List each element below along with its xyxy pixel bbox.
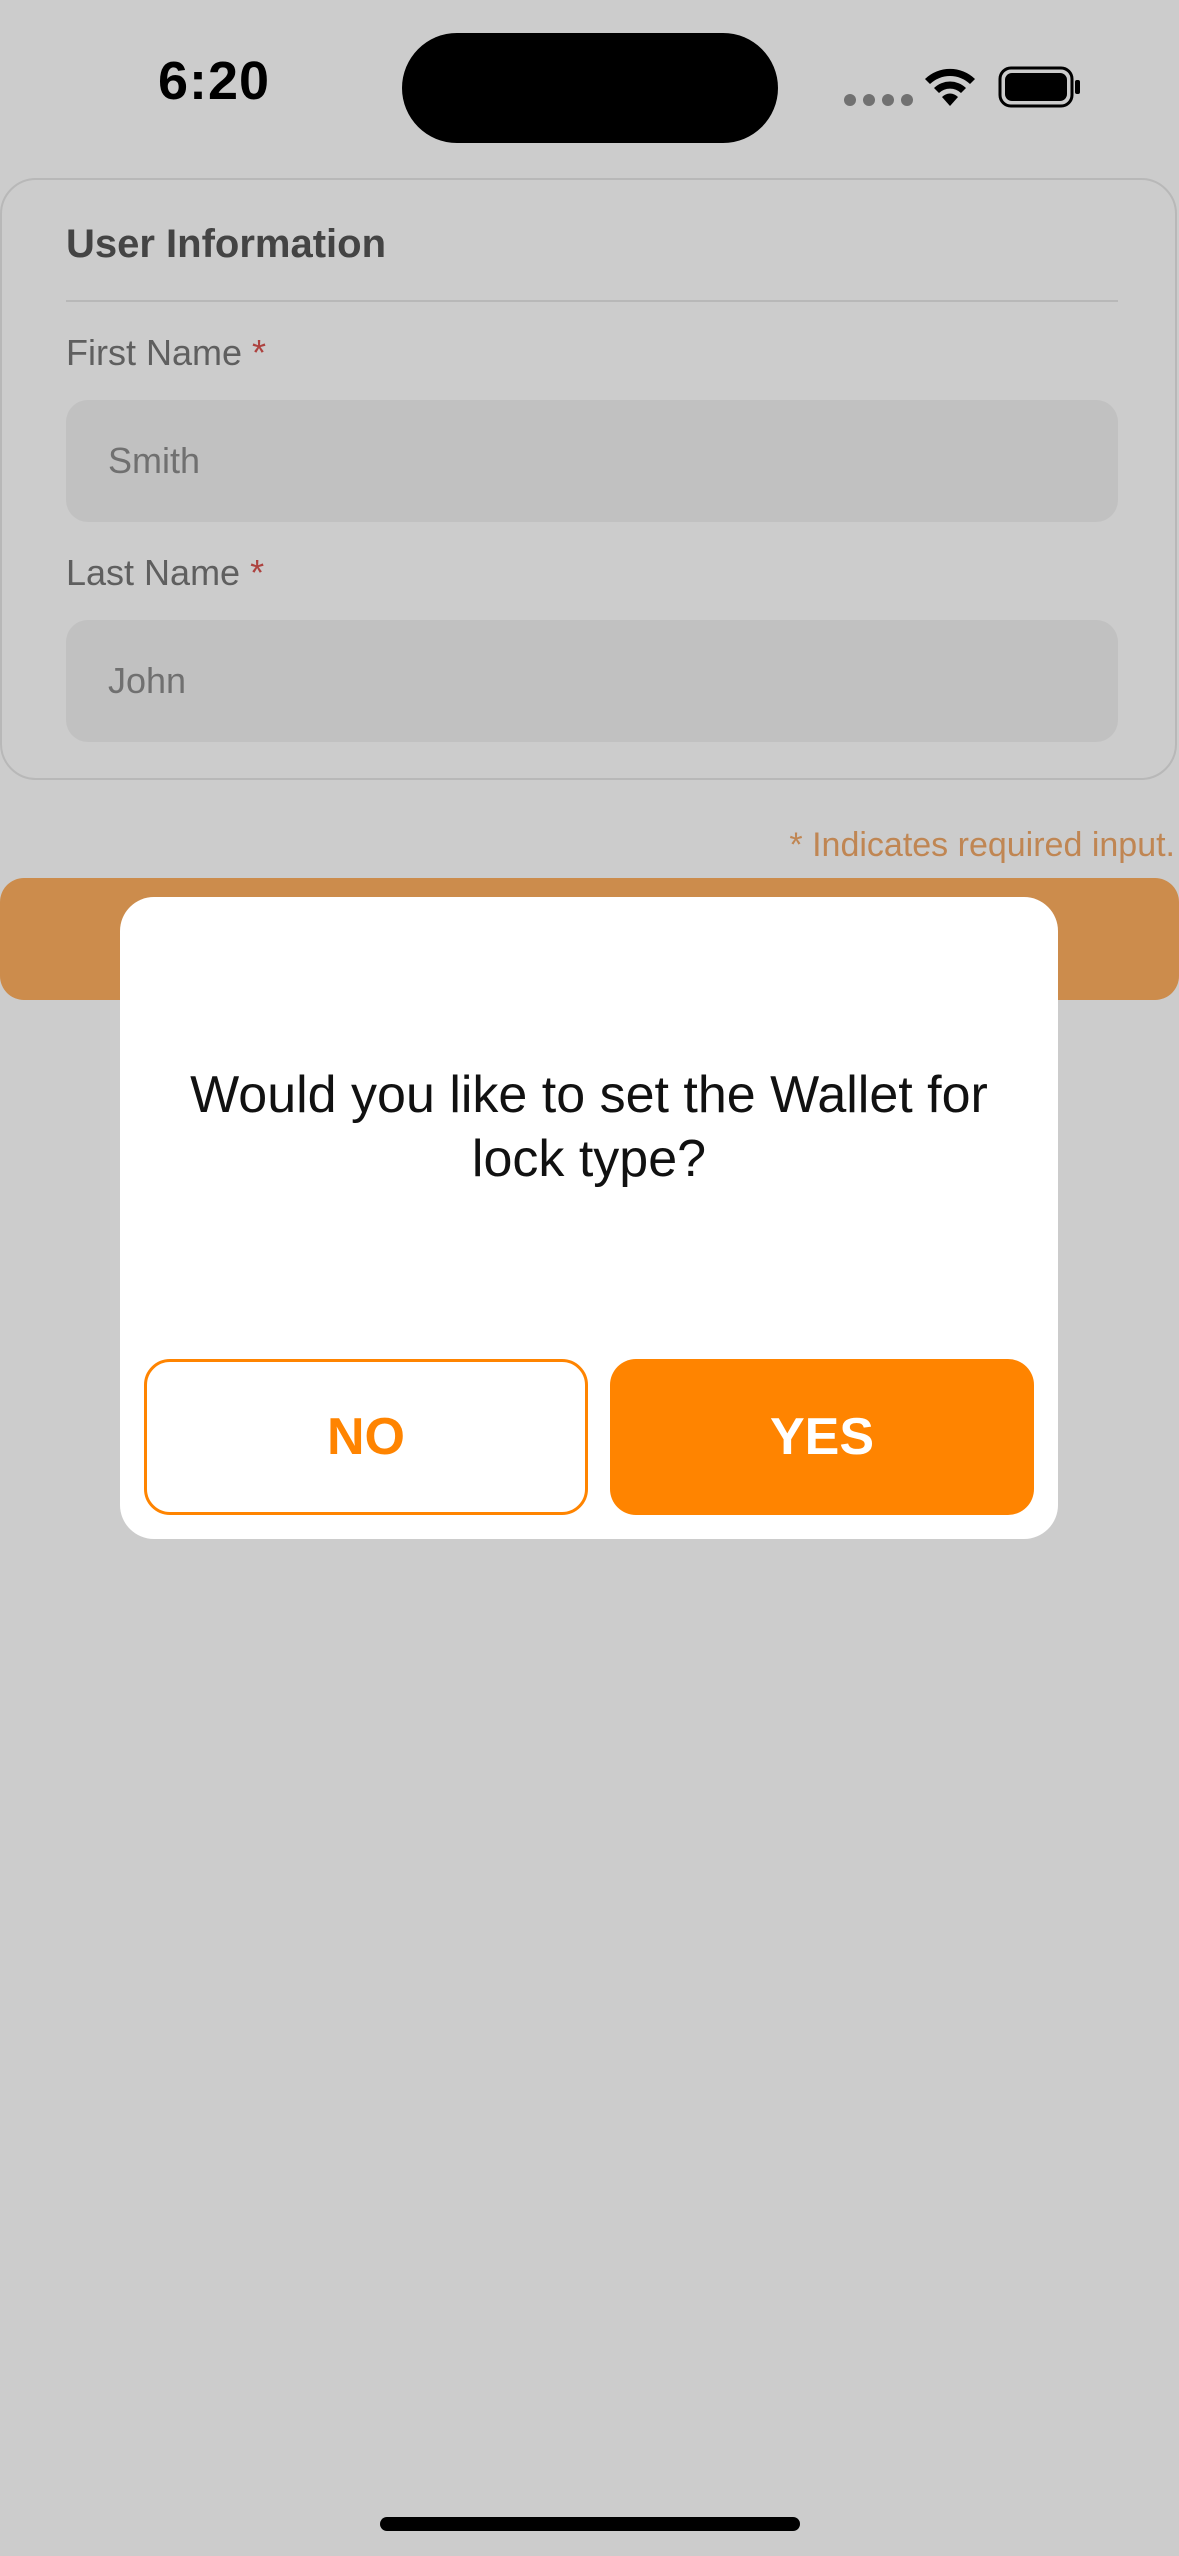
no-button[interactable]: NO <box>144 1359 588 1515</box>
home-indicator <box>380 2517 800 2531</box>
dialog-message: Would you like to set the Wallet for loc… <box>190 1066 988 1188</box>
confirm-dialog: Would you like to set the Wallet for loc… <box>120 897 1058 1539</box>
yes-button[interactable]: YES <box>610 1359 1034 1515</box>
